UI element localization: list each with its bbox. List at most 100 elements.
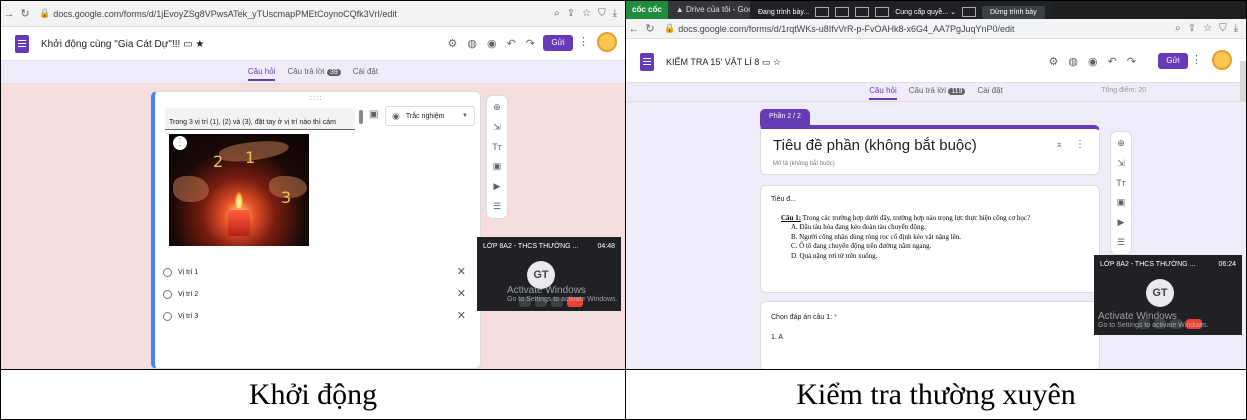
image-number-1: 1 <box>245 148 256 167</box>
share-icon[interactable]: ⇪ <box>1188 23 1196 34</box>
present-monitor-icon[interactable] <box>961 7 976 17</box>
preview-icon[interactable]: ◉ <box>1088 55 1098 68</box>
remove-option-1-icon[interactable]: ✕ <box>457 265 466 278</box>
folder-icon[interactable]: ▭ <box>183 39 192 50</box>
download-icon[interactable]: ⤓ <box>613 8 617 19</box>
import-icon[interactable]: ⇲ <box>1117 158 1125 169</box>
add-image-icon[interactable]: ▣ <box>1117 197 1126 208</box>
preview-icon[interactable]: ◉ <box>487 37 497 50</box>
title-icon[interactable]: Tт <box>492 142 502 152</box>
lock-icon: 🔒 <box>664 23 676 33</box>
watermark-line2: Go to Settings to activate Windows. <box>1098 322 1209 329</box>
present-region-icon[interactable] <box>875 7 890 17</box>
question-type-select[interactable]: ◉ Trắc nghiệm ▼ <box>385 106 475 126</box>
chevron-down-icon: ▼ <box>462 113 468 119</box>
zoom-icon[interactable]: ⌕ <box>554 8 560 19</box>
offer-control-button[interactable]: Cung cấp quyề... ⌄ <box>895 8 956 16</box>
send-button[interactable]: Gửi <box>543 35 573 51</box>
avatar[interactable] <box>597 32 617 52</box>
remove-option-2-icon[interactable]: ✕ <box>457 287 466 300</box>
answer-option-1[interactable]: 1. A <box>771 334 783 341</box>
question-card[interactable]: ∷∷ Trong 3 vị trí (1), (2) và (3), đặt t… <box>151 91 481 369</box>
tab-settings[interactable]: Cài đặt <box>353 67 378 81</box>
tab-settings[interactable]: Cài đặt <box>977 86 1002 100</box>
add-section-icon[interactable]: ☰ <box>493 201 501 212</box>
palette-icon[interactable]: ◍ <box>467 37 477 50</box>
back-icon[interactable]: ← <box>626 23 642 35</box>
present-window-icon[interactable] <box>815 7 830 17</box>
browser-logo[interactable]: cốc cốc <box>626 1 668 19</box>
tab-questions[interactable]: Câu hỏi <box>869 86 897 100</box>
present-tab-icon[interactable] <box>855 7 870 17</box>
tab-responses[interactable]: Câu trả lời 119 <box>909 86 966 100</box>
form-side-toolbar: ⊕ ⇲ Tт ▣ ▶ ☰ <box>486 95 508 219</box>
option-3[interactable]: Vị trí 3 <box>163 312 198 321</box>
back-icon[interactable]: → <box>1 8 17 20</box>
option-1[interactable]: Vị trí 1 <box>163 268 198 277</box>
image-icon[interactable]: ▣ <box>369 109 378 120</box>
image-menu-icon[interactable]: ⋮ <box>173 136 187 150</box>
right-address-bar[interactable]: ← ↻ 🔒 docs.google.com/forms/d/1rqtWKs-u8… <box>626 19 1246 39</box>
answer-card[interactable]: Chọn đáp án câu 1: * 1. A <box>760 301 1100 369</box>
send-button[interactable]: Gửi <box>1158 53 1188 69</box>
undo-icon[interactable]: ↶ <box>507 37 516 50</box>
stop-presenting-button[interactable]: Dừng trình bày <box>981 5 1045 19</box>
question-text: Trong các trường hợp dưới đây, trường hợ… <box>802 214 1031 222</box>
folder-icon[interactable]: ▭ <box>762 57 771 67</box>
add-section-icon[interactable]: ☰ <box>1117 237 1125 248</box>
section-description[interactable]: Mô tả (không bắt buộc) <box>773 161 835 167</box>
question-input[interactable]: Trong 3 vị trí (1), (2) và (3), đặt tay … <box>165 108 355 144</box>
add-video-icon[interactable]: ▶ <box>494 181 501 192</box>
redo-icon[interactable]: ↷ <box>526 37 535 50</box>
section-card[interactable]: Tiêu đề phần (không bắt buộc) Mô tả (khô… <box>760 125 1100 175</box>
question-card[interactable]: Tiêu đ... Câu 1: Trong các trường hợp dư… <box>760 185 1100 293</box>
reload-icon[interactable]: ↻ <box>17 7 33 20</box>
block-title[interactable]: Tiêu đ... <box>771 196 796 203</box>
url-text[interactable]: docs.google.com/forms/d/1jEvoyZSg8VPwsAT… <box>53 9 554 19</box>
answer-prompt[interactable]: Chọn đáp án câu 1: * <box>771 314 837 321</box>
add-question-icon[interactable]: ⊕ <box>493 102 501 113</box>
import-icon[interactable]: ⇲ <box>493 122 501 133</box>
palette-icon[interactable]: ◍ <box>1068 55 1078 68</box>
section-menu-icon[interactable]: ⋮ <box>1075 139 1085 150</box>
more-icon[interactable]: ⋮ <box>578 35 589 48</box>
share-icon[interactable]: ⇪ <box>567 8 575 19</box>
star-icon[interactable]: ☆ <box>1203 23 1212 34</box>
responses-count-badge: 119 <box>948 88 966 95</box>
shield-icon[interactable]: ⛉ <box>598 8 606 19</box>
option-2[interactable]: Vị trí 2 <box>163 290 198 299</box>
remove-option-3-icon[interactable]: ✕ <box>457 309 466 322</box>
present-screen-icon[interactable] <box>835 7 850 17</box>
tab-responses[interactable]: Câu trả lời 39 <box>287 67 341 81</box>
zoom-icon[interactable]: ⌕ <box>1175 23 1181 34</box>
input-scrollbar[interactable] <box>359 110 363 124</box>
addon-icon[interactable]: ⚙ <box>447 37 457 50</box>
add-question-icon[interactable]: ⊕ <box>1117 138 1125 149</box>
reload-icon[interactable]: ↻ <box>642 22 658 35</box>
question-line: Câu 1: Trong các trường hợp dưới đây, tr… <box>781 214 1091 223</box>
addon-icon[interactable]: ⚙ <box>1048 55 1058 68</box>
form-title[interactable]: Khởi động cùng "Gia Cát Dự"!!! ▭ ★ <box>41 39 204 50</box>
tab-questions[interactable]: Câu hỏi <box>247 67 276 81</box>
form-title[interactable]: KIỂM TRA 15' VẬT LÍ 8 ▭ ☆ <box>666 57 781 68</box>
drag-handle[interactable]: ∷∷ <box>310 94 322 103</box>
collapse-icon[interactable]: ⌅ <box>1055 139 1063 150</box>
undo-icon[interactable]: ↶ <box>1108 55 1117 68</box>
star-icon[interactable]: ☆ <box>773 57 781 67</box>
redo-icon[interactable]: ↷ <box>1127 55 1136 68</box>
option-3-label: Vị trí 3 <box>178 313 199 320</box>
url-text[interactable]: docs.google.com/forms/d/1rqtWKs-u8IfvVrR… <box>678 24 1175 34</box>
download-icon[interactable]: ⤓ <box>1234 23 1238 34</box>
hand-left <box>173 176 209 202</box>
add-video-icon[interactable]: ▶ <box>1118 217 1125 228</box>
star-icon[interactable]: ★ <box>195 39 204 50</box>
more-icon[interactable]: ⋮ <box>1191 53 1202 66</box>
left-address-bar[interactable]: → ↻ 🔒 docs.google.com/forms/d/1jEvoyZSg8… <box>1 1 625 27</box>
avatar[interactable] <box>1212 50 1232 70</box>
shield-icon[interactable]: ⛉ <box>1219 23 1227 34</box>
browser-tools: ⌕ ⇪ ☆ ⛉ ⤓ <box>554 8 617 19</box>
section-title[interactable]: Tiêu đề phần (không bắt buộc) <box>773 137 977 154</box>
title-icon[interactable]: Tт <box>1116 178 1126 188</box>
star-icon[interactable]: ☆ <box>582 8 591 19</box>
add-image-icon[interactable]: ▣ <box>493 161 502 172</box>
